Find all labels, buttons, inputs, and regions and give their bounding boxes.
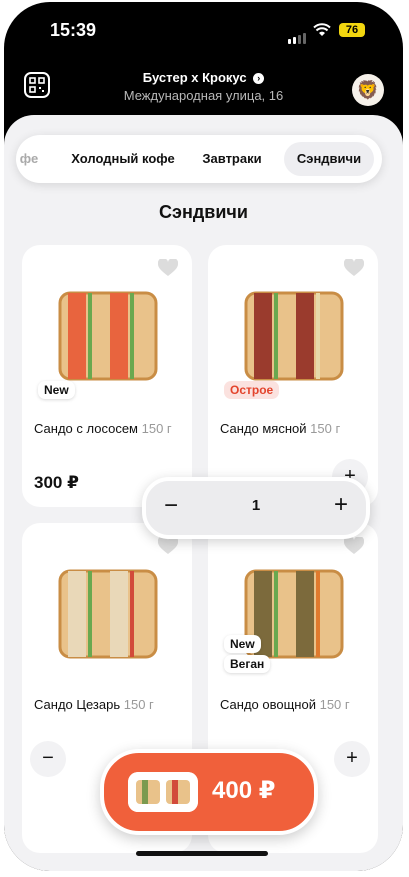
badge-vegan: Веган: [224, 655, 271, 673]
product-name: Сандо с лососем 150 г: [34, 421, 172, 436]
product-weight: 150 г: [310, 421, 341, 436]
product-image: [58, 291, 158, 381]
tab-cold-coffee[interactable]: Холодный кофе: [62, 142, 184, 176]
status-bar: 15:39 76: [4, 2, 403, 62]
product-title: Сандо с лососем: [34, 421, 138, 436]
product-title: Сандо овощной: [220, 697, 316, 712]
home-indicator: [136, 851, 268, 856]
product-card[interactable]: New Сандо с лососем 150 г 300 ₽: [22, 245, 192, 507]
cart-button[interactable]: 400 ₽: [100, 749, 318, 835]
avatar[interactable]: 🦁: [352, 74, 384, 106]
store-address: Международная улица, 16: [123, 88, 284, 103]
product-card[interactable]: Острое Сандо мясной 150 г +: [208, 245, 378, 507]
cart-total: 400 ₽: [212, 777, 276, 804]
product-title: Сандо Цезарь: [34, 697, 121, 712]
product-weight: 150 г: [141, 421, 172, 436]
quantity-stepper: − 1 +: [142, 477, 370, 539]
menu-sheet: фе Холодный кофе Завтраки Сэндвичи Сэндв…: [4, 115, 403, 871]
battery-indicator: 76: [339, 23, 365, 37]
wifi-icon: [313, 23, 331, 36]
tab-partial[interactable]: фе: [16, 142, 42, 176]
product-name: Сандо Цезарь 150 г: [34, 697, 154, 712]
section-title: Сэндвичи: [159, 202, 248, 222]
chevron-right-icon: ›: [253, 73, 265, 84]
heart-icon[interactable]: [344, 259, 364, 277]
product-weight: 150 г: [123, 697, 154, 712]
heart-icon[interactable]: [344, 537, 364, 555]
tab-breakfasts[interactable]: Завтраки: [195, 142, 269, 176]
badge-new: New: [38, 381, 75, 399]
store-selector[interactable]: Бустер х Крокус ›: [4, 70, 403, 85]
product-title: Сандо мясной: [220, 421, 307, 436]
phone-screen: 15:39 76 Бустер х Крокус › Международная…: [4, 2, 403, 871]
heart-icon[interactable]: [158, 537, 178, 555]
badge-new: New: [224, 635, 261, 653]
status-time: 15:39: [50, 20, 97, 40]
product-name: Сандо мясной 150 г: [220, 421, 340, 436]
cart-items-thumbnail: [128, 772, 198, 812]
add-button[interactable]: +: [334, 741, 370, 777]
category-tabs: фе Холодный кофе Завтраки Сэндвичи: [16, 135, 382, 183]
store-name: Бустер х Крокус: [142, 70, 247, 85]
app-header: Бустер х Крокус › Международная улица, 1…: [4, 62, 403, 122]
product-image: [244, 291, 344, 381]
heart-icon[interactable]: [158, 259, 178, 277]
product-price: 300 ₽: [34, 473, 79, 492]
badge-spicy: Острое: [224, 381, 280, 399]
tab-sandwiches[interactable]: Сэндвичи: [284, 142, 374, 176]
product-weight: 150 г: [319, 697, 350, 712]
signal-icon: [288, 26, 308, 44]
remove-button[interactable]: −: [30, 741, 66, 777]
product-image: [58, 569, 158, 659]
product-name: Сандо овощной 150 г: [220, 697, 350, 712]
increase-button[interactable]: +: [334, 493, 348, 517]
